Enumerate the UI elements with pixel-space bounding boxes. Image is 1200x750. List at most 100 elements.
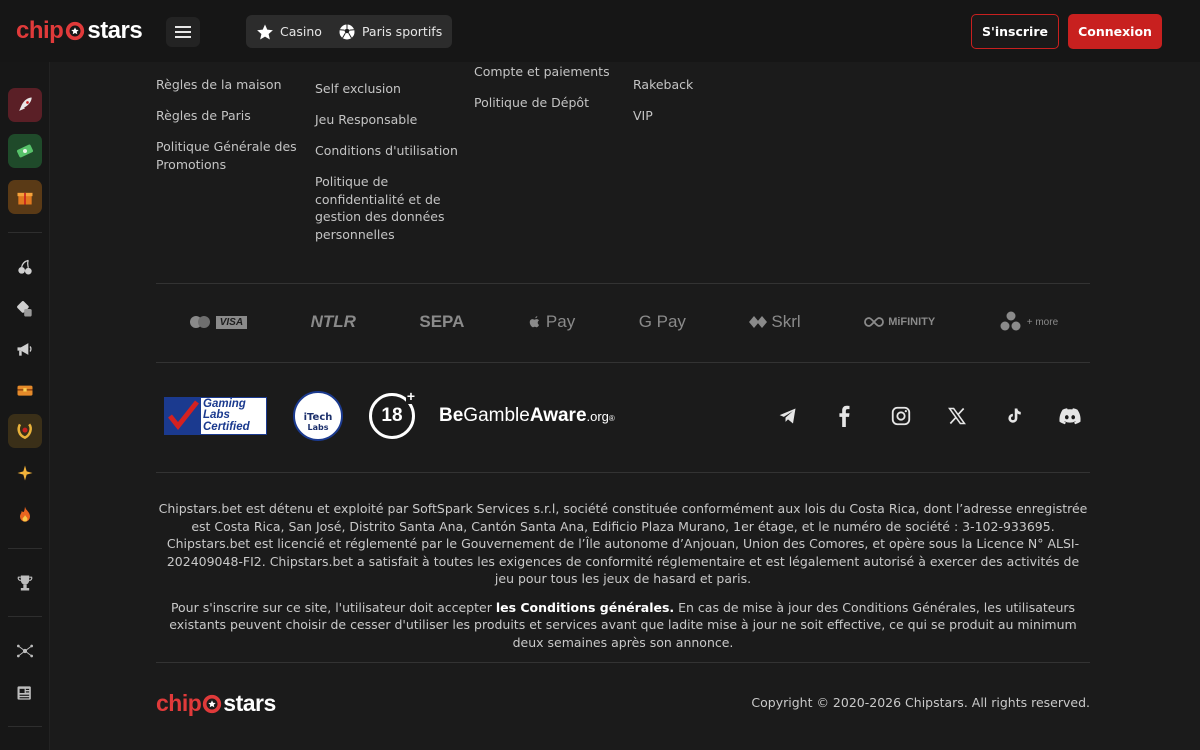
x-icon	[948, 407, 966, 425]
trophy-icon	[17, 575, 33, 591]
x-twitter-link[interactable]	[945, 404, 969, 428]
hamburger-icon	[175, 31, 191, 33]
sidebar-rocket[interactable]	[8, 88, 42, 122]
discord-icon	[1059, 408, 1081, 425]
facebook-link[interactable]	[832, 404, 856, 428]
logo-stars-text: stars	[87, 17, 143, 44]
hamburger-menu-button[interactable]	[166, 17, 200, 47]
payment-ntlr: NTLR	[310, 312, 356, 331]
footer-column-4: Rakeback VIP	[633, 76, 783, 125]
copyright-text: Copyright © 2020-2026 Chipstars. All rig…	[751, 695, 1090, 710]
payment-mifinity: MiFINITY	[864, 316, 935, 328]
sidebar-gift[interactable]	[8, 180, 42, 214]
footer-column-2: Self exclusion Jeu Responsable Condition…	[315, 80, 465, 243]
fire-icon	[20, 506, 30, 522]
treasure-chest-icon	[17, 385, 33, 396]
logo-chip-text: chip	[16, 17, 64, 44]
newspaper-icon	[17, 686, 31, 700]
divider	[156, 362, 1090, 363]
footer-link[interactable]: Self exclusion	[315, 80, 465, 98]
mastercard-icon	[189, 316, 210, 328]
main-nav: Casino Paris sportifs	[246, 15, 453, 48]
facebook-icon	[839, 405, 850, 427]
sidebar-divider	[8, 548, 42, 549]
sparkle-icon	[17, 465, 33, 481]
payment-google-pay: G Pay	[638, 312, 686, 331]
footer-link[interactable]: VIP	[633, 107, 783, 125]
tiktok-icon	[1008, 408, 1021, 423]
sidebar-divider	[8, 726, 42, 727]
network-icon	[17, 644, 33, 658]
footer-link[interactable]: Politique de confidentialité et de gesti…	[315, 173, 465, 243]
terms-link[interactable]: les Conditions générales.	[496, 600, 674, 615]
sidebar-money[interactable]	[8, 134, 42, 168]
sidebar-hot[interactable]	[8, 498, 42, 532]
nav-casino-label: Casino	[280, 24, 322, 39]
sidebar-news[interactable]	[8, 676, 42, 710]
footer-link[interactable]: Rakeback	[633, 76, 783, 94]
divider	[156, 472, 1090, 473]
footer-content: Règles de la maison Règles de Paris Poli…	[50, 62, 1200, 750]
checkmark-icon	[165, 398, 201, 434]
apple-icon	[529, 316, 539, 328]
footer-link[interactable]: Compte et paiements	[474, 63, 624, 81]
sidebar-divider	[8, 232, 42, 233]
footer-link[interactable]: Jeu Responsable	[315, 111, 465, 129]
footer-link[interactable]: Politique de Dépôt	[474, 94, 624, 112]
sidebar-divider	[8, 616, 42, 617]
instagram-icon	[891, 406, 911, 426]
payment-more[interactable]: + more	[999, 311, 1058, 333]
footer-brand-logo[interactable]: chip stars	[156, 690, 276, 717]
payment-apple-pay: Pay	[528, 312, 575, 332]
footer-link[interactable]: Conditions d'utilisation	[315, 142, 465, 160]
sidebar-lucky[interactable]	[8, 414, 42, 448]
tiktok-link[interactable]	[1002, 404, 1026, 428]
star-icon	[257, 24, 273, 39]
legal-text: Chipstars.bet est détenu et exploité par…	[156, 500, 1090, 662]
brand-logo[interactable]: chip stars	[16, 17, 143, 45]
sidebar-dice[interactable]	[8, 292, 42, 326]
dice-icon	[17, 301, 32, 317]
gift-icon	[17, 192, 33, 205]
footer-column-3: Compte et paiements Politique de Dépôt	[474, 63, 624, 112]
telegram-icon	[779, 408, 796, 424]
nav-sports-label: Paris sportifs	[361, 24, 443, 39]
left-sidebar	[0, 62, 50, 750]
poker-chip-icon	[66, 21, 85, 41]
instagram-link[interactable]	[889, 404, 913, 428]
begambleaware-logo[interactable]: Be Gamble Aware .org ®	[439, 405, 615, 427]
sidebar-slots[interactable]	[8, 250, 42, 284]
itech-labs-badge[interactable]: iTech Labs	[293, 391, 343, 441]
sidebar-tournaments[interactable]	[8, 566, 42, 600]
sidebar-spark[interactable]	[8, 456, 42, 490]
legal-paragraph-2: Pour s'inscrire sur ce site, l'utilisate…	[169, 599, 1077, 650]
footer-link[interactable]: Règles de la maison	[156, 76, 306, 94]
payment-visa: VISA	[188, 315, 248, 329]
footer-link[interactable]: Politique Générale des Promotions	[156, 138, 306, 173]
footer-column-1: Règles de la maison Règles de Paris Poli…	[156, 76, 306, 173]
plus-icon: +	[405, 388, 416, 404]
divider	[156, 283, 1090, 284]
soccer-ball-icon	[339, 24, 355, 39]
infinity-icon	[864, 317, 885, 327]
sidebar-promotions[interactable]	[8, 332, 42, 366]
telegram-link[interactable]	[776, 404, 800, 428]
certifications: Gaming Labs Certified iTech Labs 18 + Be…	[164, 388, 615, 444]
nav-casino[interactable]: Casino	[256, 23, 322, 41]
money-icon	[16, 144, 34, 158]
nav-sports[interactable]: Paris sportifs	[338, 23, 442, 41]
payment-bubbles-icon	[1000, 311, 1021, 331]
rocket-icon	[19, 97, 32, 111]
sidebar-treasure[interactable]	[8, 372, 42, 406]
age-18-badge: 18 +	[369, 388, 416, 439]
divider	[156, 662, 1090, 663]
payment-skrill: Skrl	[749, 312, 801, 332]
footer-link[interactable]: Règles de Paris	[156, 107, 306, 125]
payment-methods: VISA NTLR SEPA Pay G Pay Skrl MiFINITY +…	[156, 302, 1090, 342]
login-button[interactable]: Connexion	[1068, 14, 1162, 49]
gaming-labs-badge[interactable]: Gaming Labs Certified	[164, 397, 267, 435]
top-header: chip stars Casino Paris sportifs S'inscr…	[0, 0, 1200, 62]
register-button[interactable]: S'inscrire	[971, 14, 1059, 49]
sidebar-network[interactable]	[8, 634, 42, 668]
discord-link[interactable]	[1058, 404, 1082, 428]
